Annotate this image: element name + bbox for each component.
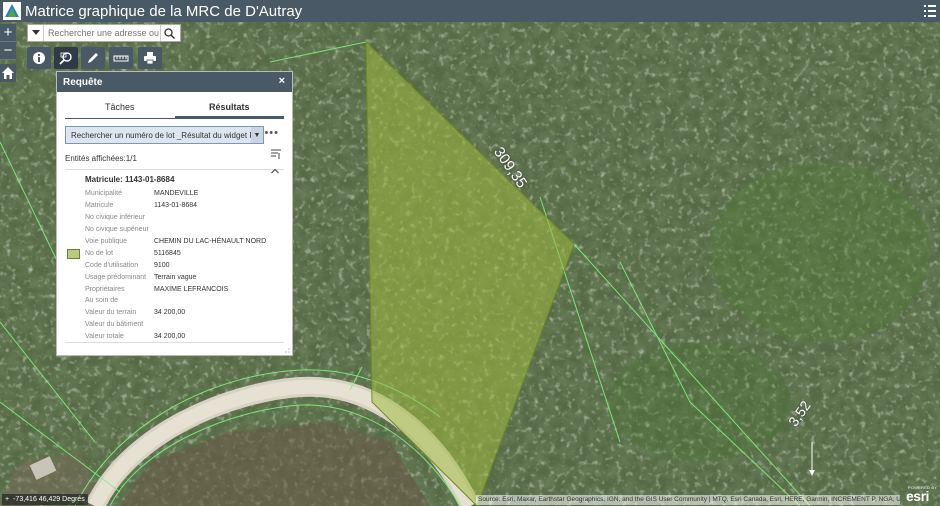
draw-icon: [88, 53, 98, 63]
divider: [65, 169, 284, 170]
panel-close-button[interactable]: ×: [279, 75, 285, 87]
query-icon: [59, 52, 72, 65]
attribute-row: Au soin de: [85, 295, 266, 307]
attribute-key: No civique supérieur: [85, 226, 149, 234]
app-logo-icon: [3, 2, 21, 20]
search-button[interactable]: [160, 25, 178, 41]
panel-title: Requête: [63, 76, 103, 88]
attribute-row: Valeur du terrain 34 200,00: [85, 307, 266, 319]
attribute-value: MANDEVILLE: [154, 190, 199, 198]
attribute-row: No civique inférieur: [85, 212, 266, 224]
attribute-row: Code d'utilisation 9100: [85, 259, 266, 271]
panel-tabs: Tâches Résultats: [65, 102, 284, 119]
home-icon: [2, 67, 14, 79]
measure-icon: [113, 55, 129, 62]
zoom-in-button[interactable]: +: [0, 24, 16, 42]
panel-header: Requête ×: [57, 72, 292, 92]
esri-name: esri: [906, 488, 929, 504]
attribute-value: 34 200,00: [154, 333, 186, 341]
coordinates-plus-icon: +: [5, 496, 10, 503]
query-panel: Requête × Tâches Résultats Rechercher un…: [56, 71, 293, 356]
attribute-key: Voie publique: [85, 238, 128, 245]
print-icon: [144, 52, 156, 65]
search-bar: [27, 24, 181, 42]
attribute-key: No de lot: [85, 249, 114, 257]
attribute-row: Matricule 1143-01-8684: [85, 200, 266, 212]
info-icon: [33, 52, 45, 64]
search-icon: [164, 27, 175, 39]
zoom-out-button[interactable]: −: [0, 42, 16, 60]
attribute-value: MAXIME LEFRANCOIS: [154, 285, 229, 293]
query-select-value: Rechercher un numéro de lot _Résultat du…: [71, 130, 264, 140]
attribute-key: Matricule: [85, 202, 114, 210]
attribute-row: Usage prédominant Terrain vague: [85, 271, 266, 283]
attribute-row: Voie publique CHEMIN DU LAC-HÉNAULT NORD: [85, 236, 266, 248]
attribute-key: Valeur totale: [85, 333, 124, 341]
query-tool-button[interactable]: [54, 47, 78, 69]
sort-list-icon[interactable]: [271, 149, 281, 159]
chevron-down-icon: ▼: [251, 127, 263, 143]
search-input[interactable]: [44, 28, 160, 38]
tab-taches[interactable]: Tâches: [65, 102, 175, 118]
caret-down-icon: [31, 30, 40, 35]
attribute-key: Usage prédominant: [85, 273, 147, 281]
attribute-row: No de lot 5116845: [85, 247, 266, 259]
app-title: Matrice graphique de la MRC de D'Autray: [25, 2, 303, 20]
attribute-row: Propriétaires MAXIME LEFRANCOIS: [85, 283, 266, 295]
attribute-table: Municipalité MANDEVILLE Matricule 1143-01-8…: [85, 188, 266, 343]
more-options-button[interactable]: •••: [264, 127, 279, 139]
coordinates-readout: + -73,416 46,429 Degrés: [2, 494, 88, 505]
feature-count: Entités affichées:1/1: [65, 154, 137, 163]
app-header: Matrice graphique de la MRC de D'Autray: [0, 0, 940, 22]
attribute-row: Valeur du bâtiment: [85, 319, 266, 331]
attribute-row: Municipalité MANDEVILLE: [85, 188, 266, 200]
tab-resultats[interactable]: Résultats: [174, 102, 284, 118]
home-button[interactable]: [0, 64, 16, 82]
draw-tool-button[interactable]: [81, 47, 105, 69]
list-menu-icon[interactable]: [924, 3, 936, 19]
attribute-key: Municipalité: [85, 190, 122, 198]
result-title[interactable]: Matricule: 1143-01-8684: [85, 175, 292, 184]
attribute-row: Valeur totale 34 200,00: [85, 331, 266, 343]
attribute-value: 5116845: [154, 249, 181, 257]
info-tool-button[interactable]: [27, 47, 51, 69]
attribute-key: Valeur du terrain: [85, 309, 137, 317]
query-select[interactable]: Rechercher un numéro de lot _Résultat du…: [65, 126, 264, 144]
chevron-up-icon[interactable]: [271, 168, 279, 174]
attribution: Source: Esri, Maxar, Earthstar Geographi…: [476, 495, 900, 505]
attribute-value: [154, 212, 266, 224]
attribute-key: Code d'utilisation: [85, 261, 139, 269]
attribute-value: 1143-01-8684: [154, 202, 198, 210]
resize-grip-icon[interactable]: [285, 348, 290, 353]
esri-logo[interactable]: POWERED BY esri: [906, 484, 940, 504]
attribute-value: 9100: [154, 261, 170, 269]
attribute-key: No civique inférieur: [85, 214, 145, 222]
divider: [65, 342, 284, 343]
attribute-key: Valeur du bâtiment: [85, 321, 144, 329]
attribute-value: [154, 224, 266, 236]
attribute-value: [154, 319, 266, 331]
attribute-value: Terrain vague: [154, 273, 197, 281]
attribute-value: [154, 295, 266, 307]
attribute-value: 34 200,00: [154, 309, 186, 317]
coordinates-text: -73,416 46,429 Degrés: [13, 496, 85, 503]
parcel-symbol-icon: [67, 249, 80, 259]
search-source-dropdown[interactable]: [28, 25, 44, 41]
print-tool-button[interactable]: [138, 47, 162, 69]
measure-tool-button[interactable]: [109, 47, 133, 69]
attribute-value: CHEMIN DU LAC-HÉNAULT NORD: [154, 238, 267, 245]
attribute-key: Au soin de: [85, 297, 119, 305]
attribute-key: Propriétaires: [85, 285, 125, 293]
attribute-row: No civique supérieur: [85, 224, 266, 236]
